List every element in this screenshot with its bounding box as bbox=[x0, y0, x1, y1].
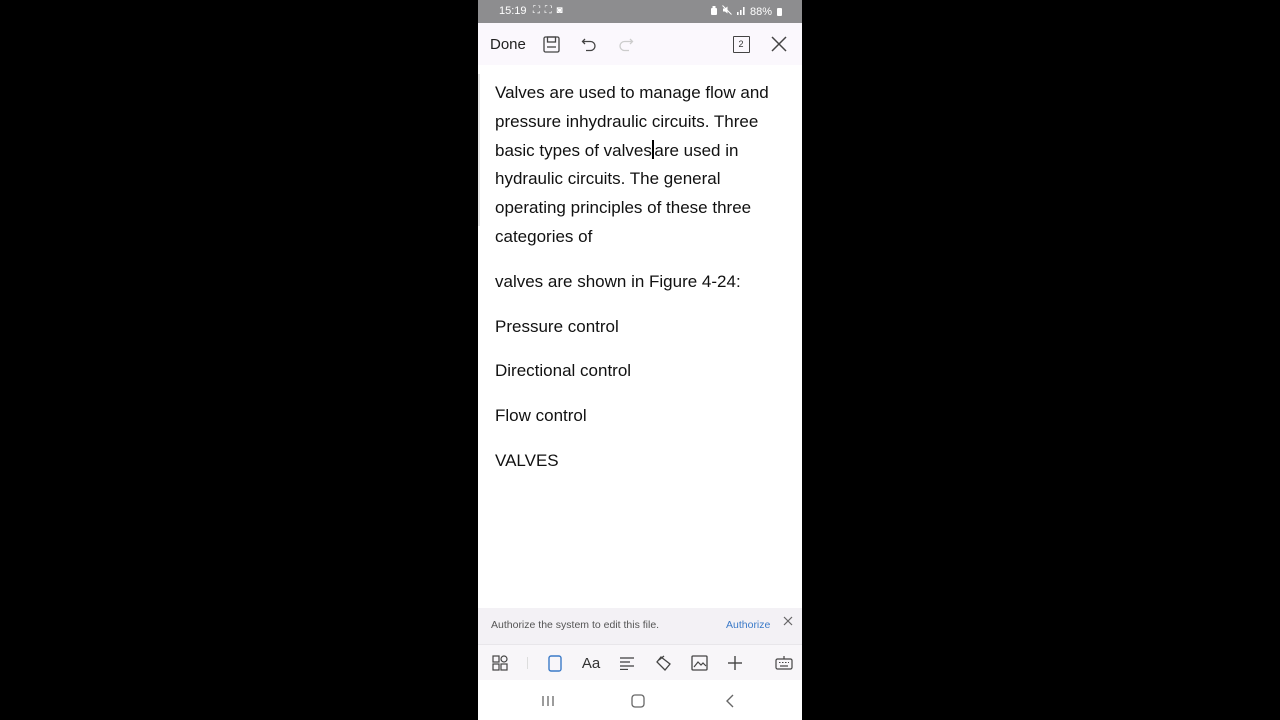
status-time: 15:19 bbox=[499, 5, 527, 17]
toolbar-divider bbox=[527, 657, 528, 669]
battery-icon bbox=[777, 7, 782, 16]
home-icon[interactable] bbox=[628, 691, 648, 711]
heading-valves[interactable]: VALVES bbox=[495, 447, 793, 476]
status-bar: 15:19 ⛶ ⛶ ◙ 88% bbox=[478, 0, 802, 23]
authorize-button[interactable]: Authorize bbox=[726, 619, 770, 631]
list-item-flow-control[interactable]: Flow control bbox=[495, 402, 793, 431]
editor-toolbar: Done 2 bbox=[478, 23, 802, 65]
phone-screen: 15:19 ⛶ ⛶ ◙ 88% Done 2 Valves are used t… bbox=[478, 0, 802, 720]
undo-icon[interactable] bbox=[578, 33, 600, 55]
redo-icon[interactable] bbox=[615, 33, 637, 55]
list-item-pressure-control[interactable]: Pressure control bbox=[495, 313, 793, 342]
insert-plus-icon[interactable] bbox=[725, 653, 745, 673]
document-paragraph[interactable]: Valves are used to manage flow and press… bbox=[495, 79, 793, 252]
save-icon[interactable] bbox=[540, 33, 562, 55]
back-icon[interactable] bbox=[720, 691, 740, 711]
battery-percent: 88% bbox=[749, 5, 772, 18]
recent-apps-icon[interactable] bbox=[538, 691, 558, 711]
font-style-icon[interactable]: Aa bbox=[581, 653, 601, 673]
page-count-icon[interactable]: 2 bbox=[730, 33, 752, 55]
grid-view-icon[interactable] bbox=[490, 653, 510, 673]
authorize-banner: Authorize the system to edit this file. … bbox=[478, 608, 802, 644]
paragraph-align-icon[interactable] bbox=[617, 653, 637, 673]
insert-image-icon[interactable] bbox=[689, 653, 709, 673]
done-button[interactable]: Done bbox=[490, 36, 526, 53]
mobile-view-icon[interactable] bbox=[545, 653, 565, 673]
document-body[interactable]: Valves are used to manage flow and press… bbox=[495, 79, 793, 492]
page-count: 2 bbox=[732, 35, 750, 53]
scroll-indicator[interactable] bbox=[478, 74, 480, 226]
keyboard-icon[interactable] bbox=[774, 653, 794, 673]
alarm-icon bbox=[710, 5, 718, 18]
system-nav-bar bbox=[478, 680, 802, 720]
close-icon[interactable] bbox=[768, 33, 790, 55]
banner-close-icon[interactable] bbox=[783, 613, 793, 631]
status-right-group: 88% bbox=[710, 5, 782, 18]
format-painter-icon[interactable] bbox=[653, 653, 673, 673]
notification-icons: ⛶ ⛶ ◙ bbox=[533, 5, 564, 16]
edit-tools-bar: Aa bbox=[478, 644, 802, 681]
signal-icon bbox=[736, 6, 746, 18]
document-paragraph-2[interactable]: valves are shown in Figure 4-24: bbox=[495, 268, 793, 297]
list-item-directional-control[interactable]: Directional control bbox=[495, 357, 793, 386]
mute-icon bbox=[722, 5, 732, 18]
authorize-message: Authorize the system to edit this file. bbox=[491, 619, 660, 631]
